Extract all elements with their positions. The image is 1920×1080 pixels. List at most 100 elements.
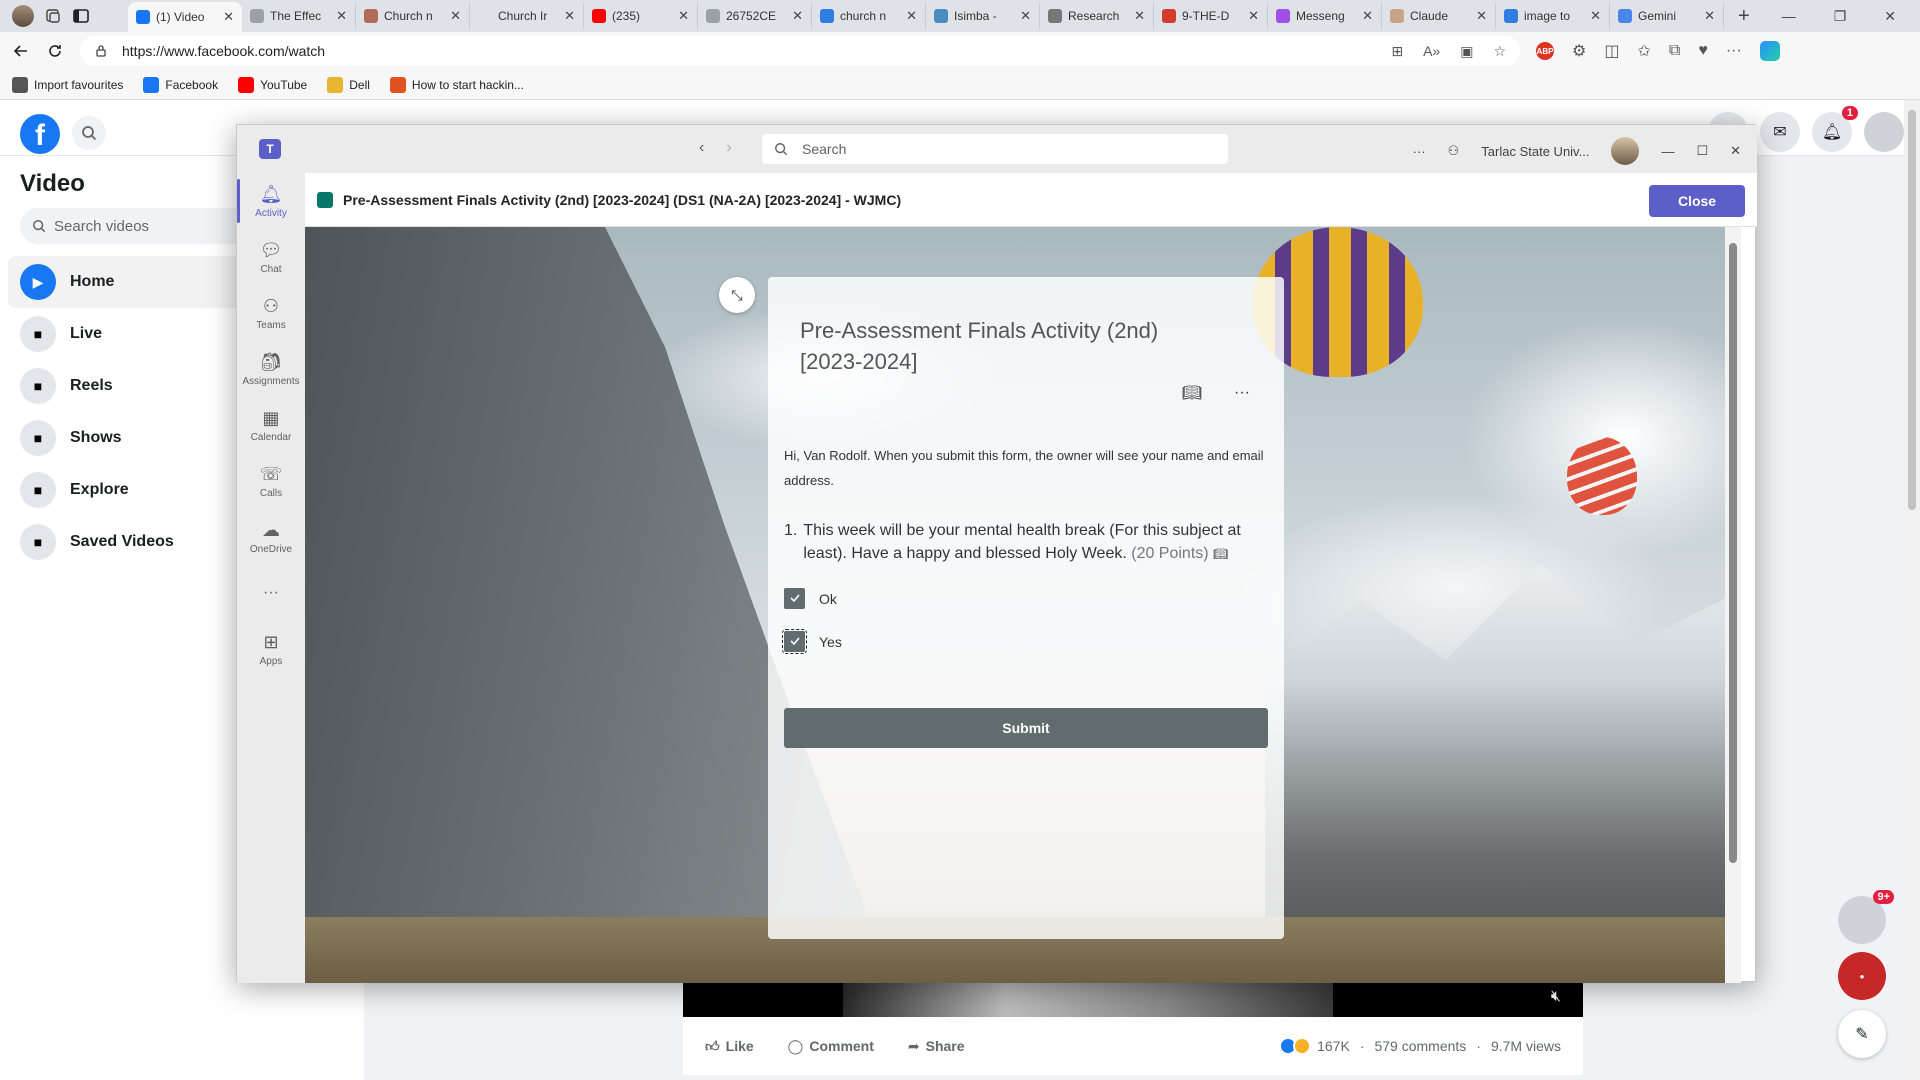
split-screen-icon[interactable]: ◫ bbox=[1604, 41, 1619, 61]
collections-icon[interactable]: ⧉ bbox=[1669, 42, 1680, 60]
org-name[interactable]: Tarlac State Univ... bbox=[1481, 144, 1589, 159]
like-button[interactable]: 👍︎ Like bbox=[705, 1038, 754, 1055]
browser-tab[interactable]: Gemini ✕ bbox=[1610, 3, 1724, 29]
back-icon[interactable] bbox=[12, 42, 30, 60]
close-icon[interactable]: ✕ bbox=[1884, 8, 1896, 25]
browser-tab[interactable]: The Effec ✕ bbox=[242, 3, 356, 29]
tab-close-icon[interactable]: ✕ bbox=[1248, 8, 1259, 24]
favorite-item[interactable]: YouTube bbox=[238, 76, 307, 93]
browser-tab[interactable]: Church Ir ✕ bbox=[470, 3, 584, 29]
page-scrollbar[interactable] bbox=[1904, 100, 1920, 1080]
favorite-star-icon[interactable]: ☆ bbox=[1493, 43, 1506, 60]
workspaces-icon[interactable] bbox=[44, 7, 62, 25]
back-arrow-icon[interactable]: ‹ bbox=[699, 139, 704, 157]
maximize-icon[interactable]: ☐ bbox=[1696, 143, 1708, 159]
more-options-icon[interactable]: ··· bbox=[1413, 144, 1426, 159]
browser-tab[interactable]: (235) ✕ bbox=[584, 3, 698, 29]
rail-item-calls[interactable]: ☏ Calls bbox=[237, 453, 305, 509]
favorite-item[interactable]: Facebook bbox=[143, 76, 218, 93]
read-aloud-icon[interactable]: A» bbox=[1423, 43, 1440, 60]
new-tab-button[interactable]: + bbox=[1724, 5, 1764, 28]
refresh-icon[interactable] bbox=[46, 42, 64, 60]
rail-item-onedrive[interactable]: ☁ OneDrive bbox=[237, 509, 305, 565]
forward-arrow-icon[interactable]: › bbox=[726, 139, 731, 157]
apps-available-icon[interactable]: ⊞ bbox=[1391, 43, 1403, 60]
option-ok[interactable]: Ok bbox=[784, 588, 1268, 609]
browser-tab[interactable]: Claude ✕ bbox=[1382, 3, 1496, 29]
form-scroll-thumb[interactable] bbox=[1729, 243, 1737, 863]
org-switch-icon[interactable]: ⚇ bbox=[1448, 143, 1460, 159]
share-button[interactable]: ➦ Share bbox=[908, 1038, 965, 1055]
rail-item-assignments[interactable]: 🎒︎ Assignments bbox=[237, 341, 305, 397]
lock-icon[interactable] bbox=[94, 44, 108, 58]
page-scroll-thumb[interactable] bbox=[1908, 110, 1916, 510]
immersive-toggle-button[interactable]: ⤡ bbox=[719, 277, 755, 313]
tab-close-icon[interactable]: ✕ bbox=[223, 9, 234, 25]
reaction-count[interactable]: 167K bbox=[1317, 1038, 1350, 1054]
tab-close-icon[interactable]: ✕ bbox=[1590, 8, 1601, 24]
checkbox[interactable] bbox=[784, 588, 805, 609]
option-yes[interactable]: Yes bbox=[782, 629, 1268, 654]
browser-tab[interactable]: Research ✕ bbox=[1040, 3, 1154, 29]
facebook-search-button[interactable] bbox=[72, 116, 106, 150]
tab-close-icon[interactable]: ✕ bbox=[1704, 8, 1715, 24]
browser-tab[interactable]: image to ✕ bbox=[1496, 3, 1610, 29]
restore-icon[interactable]: ❐ bbox=[1834, 8, 1847, 25]
tab-close-icon[interactable]: ✕ bbox=[1134, 8, 1145, 24]
video-hd-icon[interactable]: ▣ bbox=[1460, 43, 1473, 60]
minimize-icon[interactable]: — bbox=[1661, 144, 1674, 159]
tab-actions-icon[interactable] bbox=[72, 7, 90, 25]
close-icon[interactable]: ✕ bbox=[1730, 143, 1741, 159]
submit-button[interactable]: Submit bbox=[784, 708, 1268, 748]
tab-close-icon[interactable]: ✕ bbox=[450, 8, 461, 24]
tab-close-icon[interactable]: ✕ bbox=[564, 8, 575, 24]
messenger-button[interactable]: ✉ bbox=[1760, 112, 1800, 152]
favorites-icon[interactable]: ✩ bbox=[1637, 41, 1650, 61]
rail-item-activity[interactable]: 🔔︎ Activity bbox=[237, 173, 305, 229]
tab-close-icon[interactable]: ✕ bbox=[678, 8, 689, 24]
new-message-button[interactable]: ✎ bbox=[1838, 1010, 1886, 1058]
muted-icon[interactable]: 🔇︎ bbox=[1551, 988, 1561, 1006]
tab-close-icon[interactable]: ✕ bbox=[336, 8, 347, 24]
tab-close-icon[interactable]: ✕ bbox=[906, 8, 917, 24]
favorite-item[interactable]: Dell bbox=[327, 76, 370, 93]
browser-essentials-icon[interactable]: ♥ bbox=[1698, 42, 1708, 60]
teams-search-input[interactable]: Search bbox=[762, 134, 1228, 164]
form-scrollbar[interactable] bbox=[1725, 227, 1741, 983]
favorite-item[interactable]: Import favourites bbox=[12, 76, 123, 93]
favorite-item[interactable]: How to start hackin... bbox=[389, 76, 524, 93]
rail-item-teams[interactable]: ⚇ Teams bbox=[237, 285, 305, 341]
contact-avatar-button[interactable]: 9+ bbox=[1838, 890, 1894, 944]
adblock-icon[interactable]: ABP bbox=[1536, 42, 1554, 60]
tab-close-icon[interactable]: ✕ bbox=[1476, 8, 1487, 24]
facebook-logo-icon[interactable]: f bbox=[20, 114, 60, 154]
rail-item-calendar[interactable]: ▦ Calendar bbox=[237, 397, 305, 453]
teams-profile-avatar[interactable] bbox=[1611, 137, 1640, 165]
browser-tab[interactable]: 26752CE ✕ bbox=[698, 3, 812, 29]
browser-tab[interactable]: (1) Video ✕ bbox=[128, 2, 242, 32]
browser-profile-avatar[interactable] bbox=[12, 5, 34, 27]
reaction-icons[interactable] bbox=[1279, 1037, 1312, 1055]
rail-item-chat[interactable]: 💬︎ Chat bbox=[237, 229, 305, 285]
browser-tab[interactable]: Church n ✕ bbox=[356, 3, 470, 29]
tab-close-icon[interactable]: ✕ bbox=[1362, 8, 1373, 24]
account-avatar[interactable] bbox=[1864, 112, 1904, 152]
immersive-reader-icon[interactable]: 📖︎ bbox=[1182, 383, 1202, 403]
immersive-reader-icon[interactable]: 📖︎ bbox=[1213, 547, 1228, 561]
browser-tab[interactable]: Isimba - ✕ bbox=[926, 3, 1040, 29]
browser-tab[interactable]: 9-THE-D ✕ bbox=[1154, 3, 1268, 29]
tab-close-icon[interactable]: ✕ bbox=[1020, 8, 1031, 24]
group-chat-button[interactable]: ● bbox=[1838, 952, 1886, 1000]
minimize-icon[interactable]: — bbox=[1782, 8, 1796, 25]
more-menu-icon[interactable]: ··· bbox=[1726, 42, 1742, 60]
more-apps-icon[interactable]: ··· bbox=[237, 565, 305, 621]
extensions-icon[interactable]: ⚙ bbox=[1572, 41, 1586, 61]
more-options-icon[interactable]: ··· bbox=[1234, 384, 1250, 402]
video-player[interactable]: 🔇︎ bbox=[683, 980, 1583, 1017]
comment-count[interactable]: 579 comments bbox=[1374, 1038, 1466, 1054]
comment-button[interactable]: ◯ Comment bbox=[788, 1038, 874, 1055]
browser-tab[interactable]: church n ✕ bbox=[812, 3, 926, 29]
notifications-button[interactable]: 🔔︎ 1 bbox=[1812, 106, 1858, 152]
tab-close-icon[interactable]: ✕ bbox=[792, 8, 803, 24]
rail-item-apps[interactable]: ⊞ Apps bbox=[237, 621, 305, 677]
